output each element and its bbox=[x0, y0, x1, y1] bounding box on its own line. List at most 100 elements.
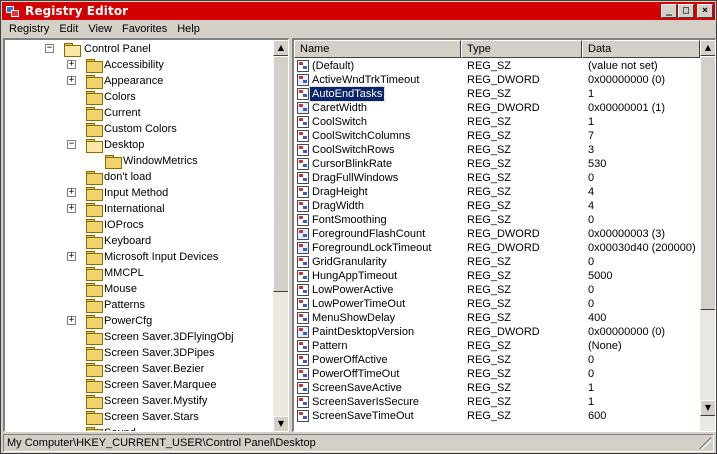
value-row[interactable]: LowPowerTimeOut REG_SZ 0 bbox=[294, 297, 698, 311]
value-row[interactable]: CaretWidth REG_DWORD 0x00000001 (1) bbox=[294, 101, 698, 115]
tree-item-accessibility[interactable]: + Accessibility bbox=[5, 57, 271, 73]
value-row[interactable]: DragWidth REG_SZ 4 bbox=[294, 199, 698, 213]
minimize-button[interactable]: _ bbox=[661, 4, 677, 18]
value-name[interactable]: CaretWidth bbox=[310, 101, 369, 115]
tree-scroll-thumb[interactable] bbox=[273, 56, 288, 292]
tree-item-screen-saver-stars[interactable]: Screen Saver.Stars bbox=[5, 409, 271, 425]
tree-vertical-scrollbar[interactable]: ▲ ▼ bbox=[273, 40, 288, 431]
tree-item-appearance[interactable]: + Appearance bbox=[5, 73, 271, 89]
tree-item-microsoft-input-devices[interactable]: + Microsoft Input Devices bbox=[5, 249, 271, 265]
resize-grip-icon[interactable] bbox=[699, 437, 711, 449]
tree-item-input-method[interactable]: + Input Method bbox=[5, 185, 271, 201]
tree-item-colors[interactable]: Colors bbox=[5, 89, 271, 105]
menu-edit[interactable]: Edit bbox=[54, 23, 83, 35]
expand-icon[interactable]: + bbox=[67, 76, 76, 85]
value-name[interactable]: (Default) bbox=[310, 59, 356, 73]
list-scroll-thumb[interactable] bbox=[700, 56, 715, 310]
tree-item-custom-colors[interactable]: Custom Colors bbox=[5, 121, 271, 137]
expand-icon[interactable]: + bbox=[67, 60, 76, 69]
value-row[interactable]: ScreenSaveTimeOut REG_SZ 600 bbox=[294, 409, 698, 423]
tree-scroll-down-button[interactable]: ▼ bbox=[273, 416, 288, 431]
value-row[interactable]: ForegroundFlashCount REG_DWORD 0x00000003 … bbox=[294, 227, 698, 241]
value-name[interactable]: LowPowerTimeOut bbox=[310, 297, 407, 311]
value-name[interactable]: CoolSwitchRows bbox=[310, 143, 397, 157]
collapse-icon[interactable]: − bbox=[67, 140, 76, 149]
list-scroll-down-button[interactable]: ▼ bbox=[700, 400, 715, 416]
value-name[interactable]: AutoEndTasks bbox=[308, 86, 386, 102]
value-row[interactable]: CoolSwitchColumns REG_SZ 7 bbox=[294, 129, 698, 143]
value-row[interactable]: PaintDesktopVersion REG_DWORD 0x00000000 (… bbox=[294, 325, 698, 339]
tree-item-screen-saver-3dpipes[interactable]: Screen Saver.3DPipes bbox=[5, 345, 271, 361]
value-row[interactable]: DragFullWindows REG_SZ 0 bbox=[294, 171, 698, 185]
value-name[interactable]: DragHeight bbox=[310, 185, 370, 199]
tree-item-patterns[interactable]: Patterns bbox=[5, 297, 271, 313]
value-row[interactable]: LowPowerActive REG_SZ 0 bbox=[294, 283, 698, 297]
value-name[interactable]: ScreenSaveTimeOut bbox=[310, 409, 416, 423]
value-name[interactable]: ForegroundLockTimeout bbox=[310, 241, 433, 255]
value-row[interactable]: PowerOffTimeOut REG_SZ 0 bbox=[294, 367, 698, 381]
key-tree-pane[interactable]: − Control Panel + Accessibility + Appearance C… bbox=[3, 38, 289, 432]
value-row[interactable]: MenuShowDelay REG_SZ 400 bbox=[294, 311, 698, 325]
tree-item-screen-saver-3dflyingobj[interactable]: Screen Saver.3DFlyingObj bbox=[5, 329, 271, 345]
value-name[interactable]: CoolSwitchColumns bbox=[310, 129, 412, 143]
column-header-data[interactable]: Data bbox=[582, 40, 700, 58]
collapse-icon[interactable]: − bbox=[45, 44, 54, 53]
value-name[interactable]: PaintDesktopVersion bbox=[310, 325, 416, 339]
value-row[interactable]: PowerOffActive REG_SZ 0 bbox=[294, 353, 698, 367]
tree-item-screen-saver-mystify[interactable]: Screen Saver.Mystify bbox=[5, 393, 271, 409]
value-row[interactable]: GridGranularity REG_SZ 0 bbox=[294, 255, 698, 269]
value-name[interactable]: LowPowerActive bbox=[310, 283, 395, 297]
tree-item-sound[interactable]: Sound bbox=[5, 425, 271, 431]
expand-icon[interactable]: + bbox=[67, 252, 76, 261]
value-row[interactable]: AutoEndTasks REG_SZ 1 bbox=[294, 86, 698, 102]
tree-item-international[interactable]: + International bbox=[5, 201, 271, 217]
tree-item-keyboard[interactable]: Keyboard bbox=[5, 233, 271, 249]
column-header-type[interactable]: Type bbox=[461, 40, 582, 58]
value-row[interactable]: DragHeight REG_SZ 4 bbox=[294, 185, 698, 199]
values-list-pane[interactable]: Name Type Data (Default) REG_SZ (value not… bbox=[292, 38, 716, 432]
value-name[interactable]: PowerOffTimeOut bbox=[310, 367, 401, 381]
tree-item-screen-saver-marquee[interactable]: Screen Saver.Marquee bbox=[5, 377, 271, 393]
value-name[interactable]: DragFullWindows bbox=[310, 171, 400, 185]
value-row[interactable]: ForegroundLockTimeout REG_DWORD 0x00030d40… bbox=[294, 241, 698, 255]
tree-scroll-up-button[interactable]: ▲ bbox=[273, 40, 288, 56]
value-row[interactable]: ActiveWndTrkTimeout REG_DWORD 0x00000000 (… bbox=[294, 73, 698, 87]
tree-item-ioprocs[interactable]: IOProcs bbox=[5, 217, 271, 233]
tree-item-current[interactable]: Current bbox=[5, 105, 271, 121]
value-row[interactable]: Pattern REG_SZ (None) bbox=[294, 339, 698, 353]
tree-item-screen-saver-bezier[interactable]: Screen Saver.Bezier bbox=[5, 361, 271, 377]
value-name[interactable]: CursorBlinkRate bbox=[310, 157, 394, 171]
list-vertical-scrollbar[interactable]: ▲ ▼ bbox=[700, 40, 715, 431]
expand-icon[interactable]: + bbox=[67, 316, 76, 325]
maximize-button[interactable]: □ bbox=[678, 4, 694, 18]
value-row[interactable]: FontSmoothing REG_SZ 0 bbox=[294, 213, 698, 227]
value-name[interactable]: ForegroundFlashCount bbox=[310, 227, 427, 241]
value-name[interactable]: GridGranularity bbox=[310, 255, 389, 269]
column-header-name[interactable]: Name bbox=[294, 40, 461, 58]
menu-registry[interactable]: Registry bbox=[3, 23, 54, 35]
value-name[interactable]: HungAppTimeout bbox=[310, 269, 399, 283]
expand-icon[interactable]: + bbox=[67, 188, 76, 197]
tree-item-powercfg[interactable]: + PowerCfg bbox=[5, 313, 271, 329]
value-name[interactable]: ActiveWndTrkTimeout bbox=[310, 73, 421, 87]
value-row[interactable]: CursorBlinkRate REG_SZ 530 bbox=[294, 157, 698, 171]
value-row[interactable]: HungAppTimeout REG_SZ 5000 bbox=[294, 269, 698, 283]
value-row[interactable]: ScreenSaveActive REG_SZ 1 bbox=[294, 381, 698, 395]
tree-item-control-panel[interactable]: − Control Panel bbox=[5, 41, 271, 57]
tree-item-mouse[interactable]: Mouse bbox=[5, 281, 271, 297]
list-scroll-up-button[interactable]: ▲ bbox=[700, 40, 715, 56]
menu-view[interactable]: View bbox=[83, 23, 117, 35]
expand-icon[interactable]: + bbox=[67, 204, 76, 213]
value-row[interactable]: ScreenSaverIsSecure REG_SZ 1 bbox=[294, 395, 698, 409]
close-button[interactable]: × bbox=[697, 4, 713, 18]
tree-item-don-t-load[interactable]: don't load bbox=[5, 169, 271, 185]
value-name[interactable]: DragWidth bbox=[310, 199, 366, 213]
value-row[interactable]: CoolSwitch REG_SZ 1 bbox=[294, 115, 698, 129]
value-name[interactable]: MenuShowDelay bbox=[310, 311, 397, 325]
value-row[interactable]: CoolSwitchRows REG_SZ 3 bbox=[294, 143, 698, 157]
menu-favorites[interactable]: Favorites bbox=[117, 23, 172, 35]
value-name[interactable]: ScreenSaveActive bbox=[310, 381, 404, 395]
menu-help[interactable]: Help bbox=[172, 23, 205, 35]
tree-item-windowmetrics[interactable]: WindowMetrics bbox=[5, 153, 271, 169]
value-name[interactable]: FontSmoothing bbox=[310, 213, 389, 227]
